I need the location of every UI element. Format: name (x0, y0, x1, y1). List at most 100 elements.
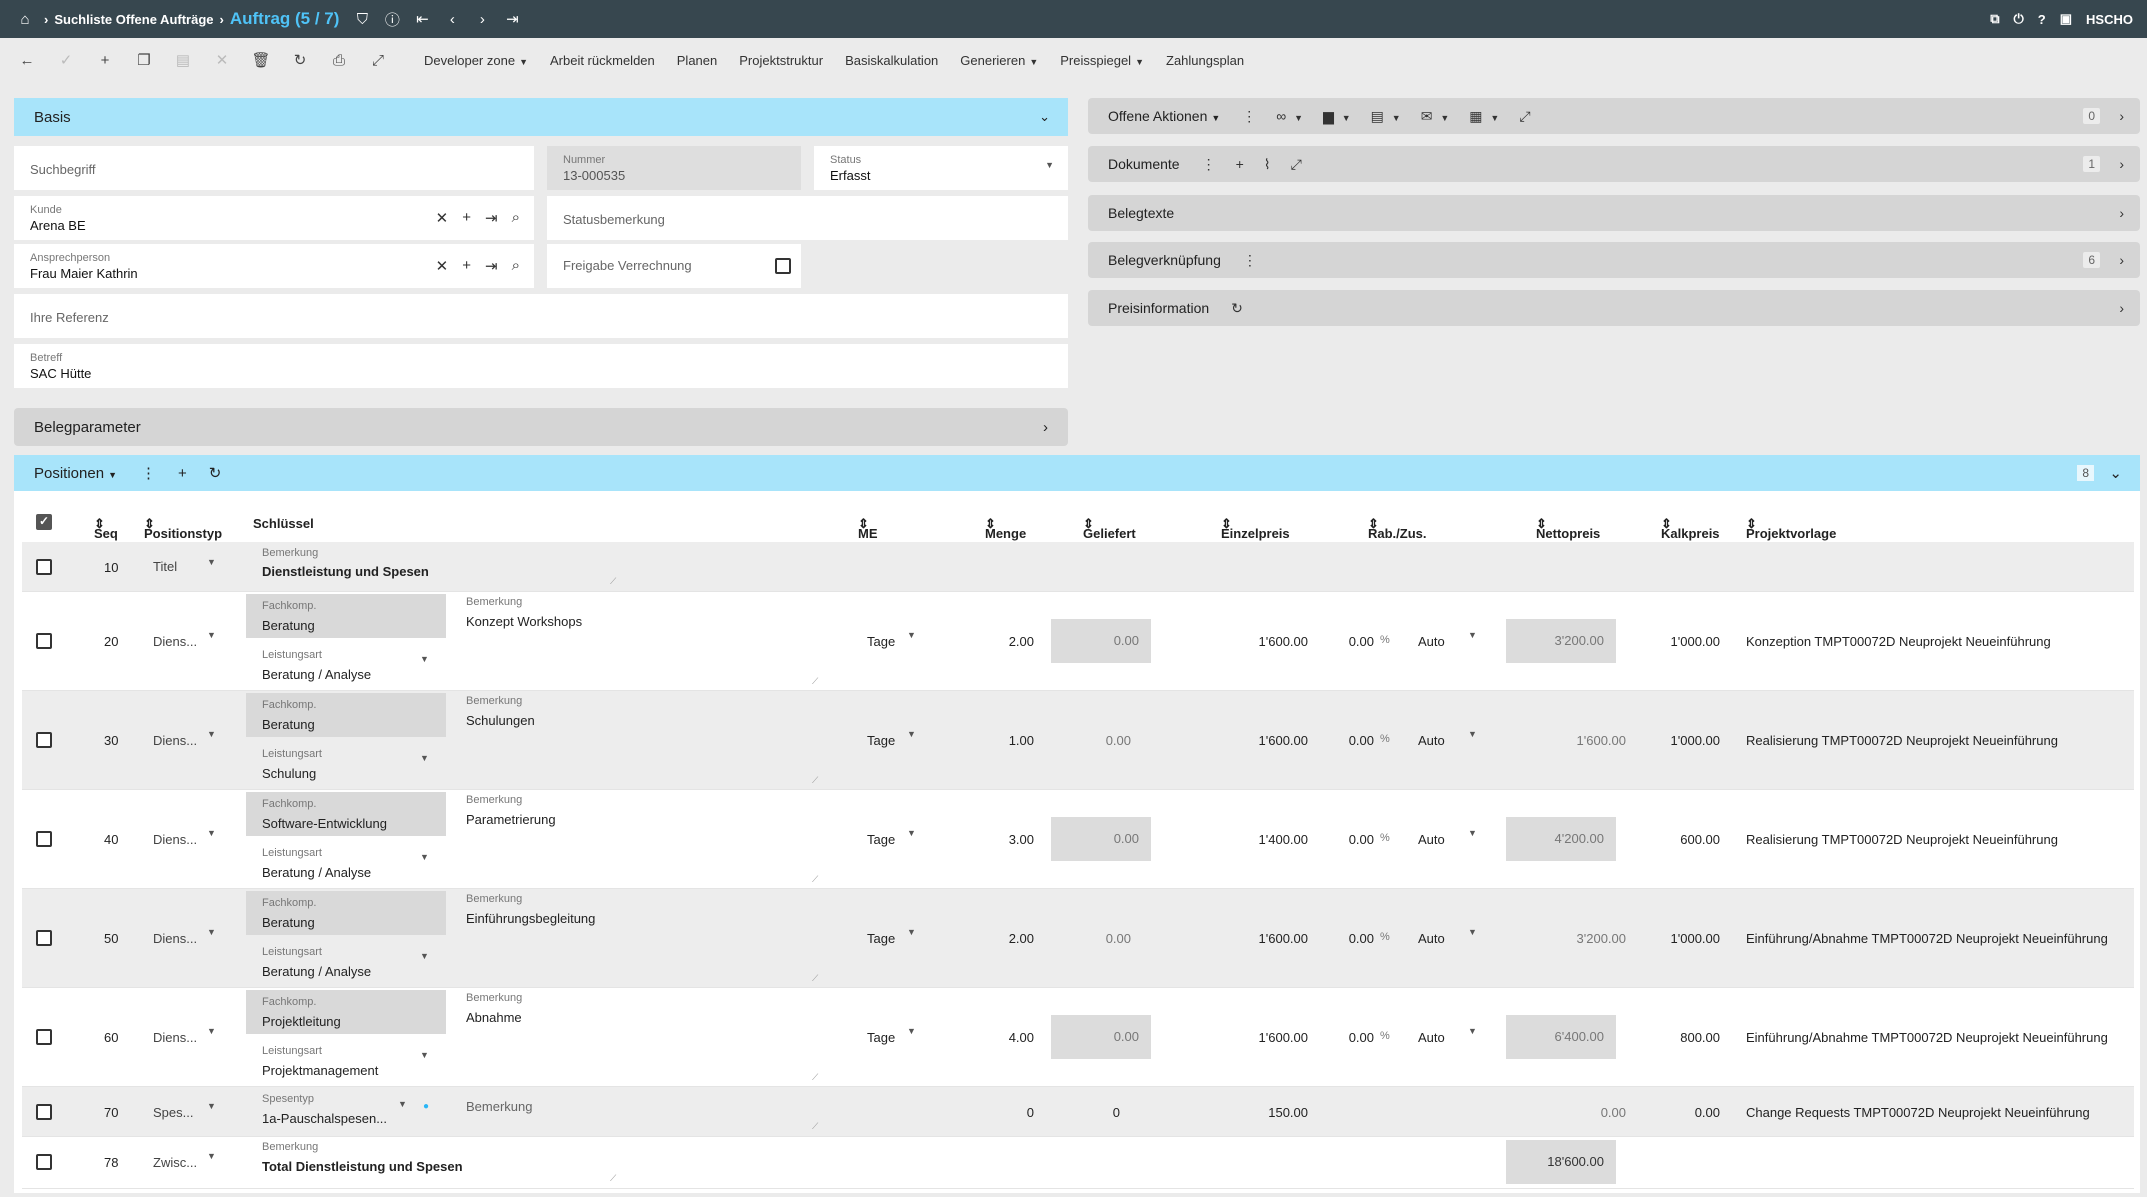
resize-handle-icon[interactable]: ⟋ (610, 1173, 616, 1184)
chevron-right-icon[interactable]: › (1043, 419, 1048, 436)
kunde-field[interactable]: Kunde Arena BE ✕ + ⇥ ⌕ (14, 196, 534, 240)
refresh-icon[interactable]: ↻ (1231, 300, 1243, 317)
projektstruktur-button[interactable]: Projektstruktur (739, 53, 823, 68)
row-einzelpreis[interactable]: 1'600.00 (1259, 1030, 1308, 1045)
preisinformation-panel[interactable]: Preisinformation ↻ › (1088, 290, 2140, 326)
row-einzelpreis[interactable]: 1'400.00 (1259, 832, 1308, 847)
open-external-icon[interactable]: ⧉ (1990, 11, 1999, 27)
arbeit-rueckmelden-button[interactable]: Arbeit rückmelden (550, 53, 655, 68)
row-me[interactable]: Tage (867, 931, 895, 946)
dropdown-caret-icon[interactable]: ▼ (207, 729, 216, 739)
dropdown-caret-icon[interactable]: ▼ (207, 828, 216, 838)
open-record-icon[interactable]: ⇥ (485, 209, 498, 227)
expand-icon[interactable]: ⤢ (1519, 108, 1530, 125)
dropdown-caret-icon[interactable]: ▼ (420, 753, 429, 763)
save-icon[interactable]: ▤ (168, 51, 198, 69)
row-checkbox[interactable] (36, 930, 52, 946)
row-positionstyp[interactable]: Titel (153, 559, 177, 574)
row-checkbox[interactable] (36, 732, 52, 748)
col-nettopreis[interactable]: Nettopreis ⇕ (1536, 516, 1600, 541)
row-bemerkung[interactable]: Abnahme (466, 1010, 522, 1025)
row-kalkpreis[interactable]: 1'000.00 (1671, 733, 1720, 748)
select-all-checkbox[interactable] (36, 514, 52, 530)
row-positionstyp[interactable]: Diens... (153, 733, 197, 748)
col-projektvorlage[interactable]: Projektvorlage ⇕ (1746, 516, 1836, 541)
leistungsart-value[interactable]: Beratung / Analyse (262, 865, 371, 880)
add-icon[interactable]: + (1236, 156, 1244, 173)
row-rab[interactable]: 0.00 (1349, 733, 1374, 748)
mail-icon[interactable]: ✉ ▼ (1421, 108, 1450, 125)
row-bemerkung[interactable]: Parametrierung (466, 812, 556, 827)
basis-section-header[interactable]: Basis ⌄ (14, 98, 1068, 136)
dropdown-caret-icon[interactable]: ▼ (1468, 630, 1477, 640)
dropdown-caret-icon[interactable]: ▼ (420, 951, 429, 961)
row-projektvorlage[interactable]: Realisierung TMPT00072D Neuprojekt Neuei… (1746, 733, 2058, 748)
row-einzelpreis[interactable]: 150.00 (1268, 1105, 1308, 1120)
dropdown-caret-icon[interactable]: ▼ (907, 729, 916, 739)
briefcase-icon[interactable]: ▆ ▼ (1323, 108, 1351, 125)
chevron-right-icon[interactable]: › (2119, 252, 2124, 268)
resize-handle-icon[interactable]: ⟋ (812, 1121, 818, 1132)
row-checkbox[interactable] (36, 559, 52, 575)
row-kalkpreis[interactable]: 1'000.00 (1671, 931, 1720, 946)
dropdown-caret-icon[interactable]: ▼ (1468, 828, 1477, 838)
offene-aktionen-title[interactable]: Offene Aktionen ▼ (1108, 108, 1220, 124)
table-row[interactable]: 60 Diens... ▼ Fachkomp. Projektleitung Leistu… (22, 988, 2134, 1087)
chevron-down-icon[interactable]: ⌄ (1039, 109, 1050, 125)
row-bemerkung[interactable]: Schulungen (466, 713, 535, 728)
shield-icon[interactable]: ⛉ (351, 8, 373, 30)
dropdown-caret-icon[interactable]: ▼ (398, 1099, 407, 1109)
col-rab-zus[interactable]: Rab./Zus. ⇕ (1368, 516, 1427, 541)
table-row[interactable]: 20 Diens... ▼ Fachkomp. Beratung Leistungsart… (22, 592, 2134, 691)
row-menge[interactable]: 2.00 (1009, 634, 1034, 649)
leistungsart-value[interactable]: Beratung / Analyse (262, 964, 371, 979)
row-positionstyp[interactable]: Diens... (153, 832, 197, 847)
chevron-right-icon[interactable]: › (2119, 205, 2124, 221)
col-kalkpreis[interactable]: Kalkpreis ⇕ (1661, 516, 1720, 541)
row-kalkpreis[interactable]: 0.00 (1695, 1105, 1720, 1120)
row-menge[interactable]: 0 (1027, 1105, 1034, 1120)
row-auto[interactable]: Auto (1418, 1030, 1445, 1045)
row-einzelpreis[interactable]: 1'600.00 (1259, 931, 1308, 946)
belegverknuepfung-panel[interactable]: Belegverknüpfung ⋮ 6 › (1088, 242, 2140, 278)
table-row[interactable]: 50 Diens... ▼ Fachkomp. Beratung Leistungsart… (22, 889, 2134, 988)
dropdown-caret-icon[interactable]: ▼ (207, 630, 216, 640)
row-bemerkung[interactable]: Konzept Workshops (466, 614, 582, 629)
spesentyp-value[interactable]: 1a-Pauschalspesen... (262, 1111, 387, 1126)
suchbegriff-field[interactable]: Suchbegriff (14, 146, 534, 190)
table-row[interactable]: 30 Diens... ▼ Fachkomp. Beratung Leistungsart… (22, 691, 2134, 790)
col-einzelpreis[interactable]: Einzelpreis ⇕ (1221, 516, 1290, 541)
dropdown-caret-icon[interactable]: ▼ (1045, 160, 1054, 170)
add-icon[interactable]: + (178, 465, 187, 482)
link-icon[interactable]: ∞ ▼ (1276, 108, 1303, 125)
row-kalkpreis[interactable]: 800.00 (1680, 1030, 1720, 1045)
breadcrumb-link[interactable]: Suchliste Offene Aufträge (54, 12, 213, 27)
row-checkbox[interactable] (36, 831, 52, 847)
row-rab[interactable]: 0.00 (1349, 832, 1374, 847)
chevron-right-icon[interactable]: › (2119, 156, 2124, 172)
dropdown-caret-icon[interactable]: ▼ (907, 828, 916, 838)
row-einzelpreis[interactable]: 1'600.00 (1259, 634, 1308, 649)
col-positionstyp[interactable]: Positionstyp ⇕ (144, 516, 222, 541)
table-row[interactable]: 10 Titel ▼ Bemerkung Dienstleistung und … (22, 542, 2134, 592)
offene-aktionen-panel[interactable]: Offene Aktionen ▼ ⋮ ∞ ▼ ▆ ▼ ▤ ▼ ✉ ▼ ▦ ▼ ⤢… (1088, 98, 2140, 134)
clear-icon[interactable]: ✕ (436, 257, 449, 275)
row-positionstyp[interactable]: Spes... (153, 1105, 193, 1120)
search-icon[interactable]: ⌕ (512, 209, 520, 227)
info-icon[interactable]: ⓘ (381, 8, 403, 30)
row-projektvorlage[interactable]: Konzeption TMPT00072D Neuprojekt Neueinf… (1746, 634, 2051, 649)
resize-handle-icon[interactable]: ⟋ (610, 576, 616, 587)
zahlungsplan-button[interactable]: Zahlungsplan (1166, 53, 1244, 68)
row-positionstyp[interactable]: Zwisc... (153, 1155, 197, 1170)
row-auto[interactable]: Auto (1418, 733, 1445, 748)
row-menge[interactable]: 3.00 (1009, 832, 1034, 847)
resize-handle-icon[interactable]: ⟋ (812, 775, 818, 786)
dropdown-caret-icon[interactable]: ▼ (907, 630, 916, 640)
cancel-icon[interactable]: ✕ (207, 51, 237, 69)
col-geliefert[interactable]: Geliefert ⇕ (1083, 516, 1136, 541)
preisspiegel-menu[interactable]: Preisspiegel ▼ (1060, 53, 1144, 68)
delete-icon[interactable]: 🗑 (246, 51, 276, 69)
chevron-right-icon[interactable]: › (2119, 108, 2124, 124)
home-icon[interactable]: ⌂ (14, 8, 36, 30)
power-icon[interactable]: ⏻ (2014, 11, 2024, 27)
